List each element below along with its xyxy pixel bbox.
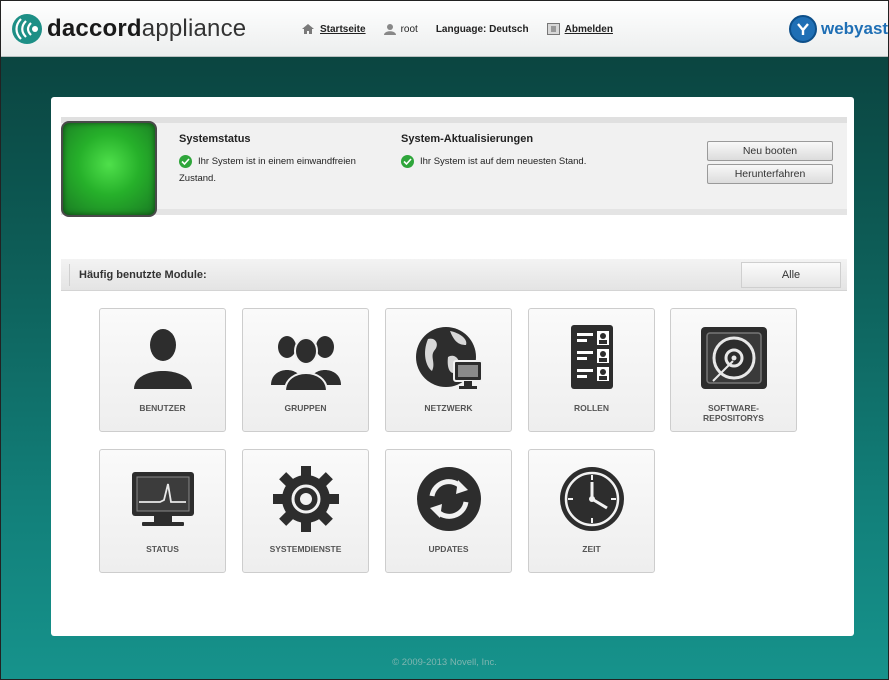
roles-icon xyxy=(571,325,613,389)
webyast-logo: webyast xyxy=(789,15,888,43)
top-bar: daccordappliance Startseite root Languag… xyxy=(1,1,888,57)
disk-icon xyxy=(701,327,767,389)
module-tile-status[interactable]: STATUS xyxy=(99,449,226,573)
module-tile-label: UPDATES xyxy=(428,544,469,554)
modules-header-label: Häufig benutzte Module: xyxy=(79,269,207,281)
home-icon xyxy=(302,24,314,34)
module-tile-benutzer[interactable]: BENUTZER xyxy=(99,308,226,432)
main-panel: Systemstatus Ihr System ist in einem ein… xyxy=(51,97,854,636)
module-tile-rollen[interactable]: ROLLEN xyxy=(528,308,655,432)
group-icon xyxy=(271,336,341,392)
webyast-logo-text: webyast xyxy=(821,19,889,38)
clock-icon xyxy=(560,467,624,531)
webyast-logo-icon xyxy=(789,15,817,43)
user-icon xyxy=(383,24,396,35)
module-tile-netzwerk[interactable]: NETZWERK xyxy=(385,308,512,432)
module-tile-software-repositorys[interactable]: SOFTWARE- REPOSITORYS xyxy=(670,308,797,432)
logo-text: daccordappliance xyxy=(47,15,247,42)
module-tile-gruppen[interactable]: GRUPPEN xyxy=(242,308,369,432)
shutdown-button[interactable]: Herunterfahren xyxy=(707,164,833,184)
logout-link[interactable]: Abmelden xyxy=(565,24,613,35)
system-updates-text: Ihr System ist auf dem neuesten Stand. xyxy=(420,156,587,167)
system-status-indicator xyxy=(61,121,157,217)
checkmark-icon xyxy=(179,155,192,168)
module-tile-label: SOFTWARE- REPOSITORYS xyxy=(671,403,796,423)
module-tile-label: NETZWERK xyxy=(424,403,473,413)
system-status-column: Systemstatus Ihr System ist in einem ein… xyxy=(179,133,389,187)
module-tile-label-line1: SOFTWARE- xyxy=(708,403,759,413)
module-tile-label-line2: REPOSITORYS xyxy=(703,413,764,423)
system-status-text: Ihr System ist in einem einwandfreien xyxy=(198,156,356,167)
top-navigation: Startseite root Language: Deutsch Abmeld… xyxy=(301,23,631,35)
module-tile-updates[interactable]: UPDATES xyxy=(385,449,512,573)
divider xyxy=(69,264,70,286)
all-modules-button[interactable]: Alle xyxy=(741,262,841,288)
daccord-logo-icon xyxy=(12,14,42,44)
module-tile-label: BENUTZER xyxy=(139,403,186,413)
refresh-icon xyxy=(417,467,481,531)
module-tile-zeit[interactable]: ZEIT xyxy=(528,449,655,573)
system-updates-column: System-Aktualisierungen Ihr System ist a… xyxy=(401,133,641,170)
module-tile-label: STATUS xyxy=(146,544,179,554)
network-globe-icon xyxy=(416,327,483,389)
checkmark-icon xyxy=(401,155,414,168)
monitor-icon xyxy=(132,472,194,526)
reboot-button[interactable]: Neu booten xyxy=(707,141,833,161)
module-tile-label: GRUPPEN xyxy=(284,403,327,413)
module-tile-systemdienste[interactable]: SYSTEMDIENSTE xyxy=(242,449,369,573)
daccord-logo[interactable]: daccordappliance xyxy=(11,13,246,45)
language-selector[interactable]: Language: Deutsch xyxy=(436,24,529,35)
system-status-title: Systemstatus xyxy=(179,133,251,145)
module-tile-label: ROLLEN xyxy=(574,403,609,413)
modules-header: Häufig benutzte Module: Alle xyxy=(61,259,847,291)
home-link[interactable]: Startseite xyxy=(320,24,366,35)
system-status-text-cont: Zustand. xyxy=(179,173,216,184)
user-icon xyxy=(134,329,192,389)
module-tile-label: SYSTEMDIENSTE xyxy=(269,544,342,554)
copyright-footer: © 2009-2013 Novell, Inc. xyxy=(392,657,497,668)
system-updates-title: System-Aktualisierungen xyxy=(401,133,534,145)
module-tile-label: ZEIT xyxy=(582,544,601,554)
gear-icon xyxy=(273,466,339,532)
logout-icon xyxy=(546,23,560,35)
current-user: root xyxy=(400,23,418,35)
